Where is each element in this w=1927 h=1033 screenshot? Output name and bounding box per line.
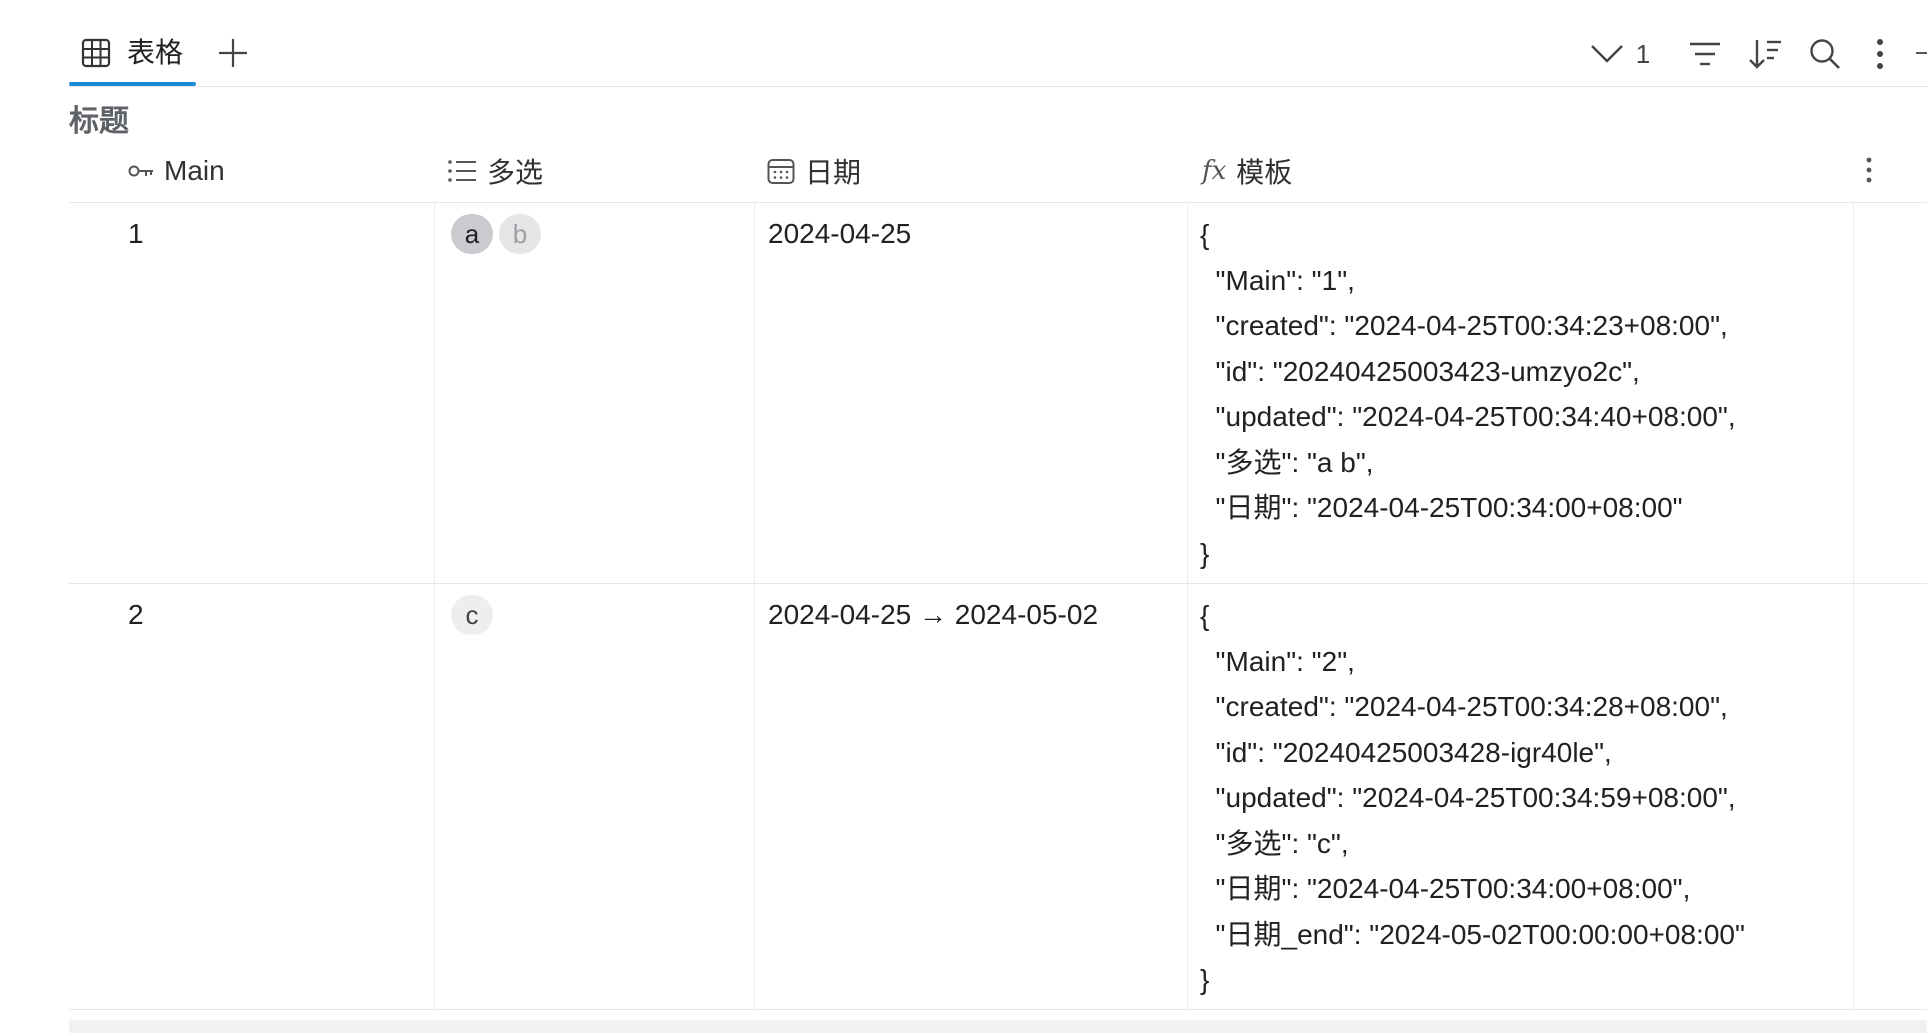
tab-table-view[interactable]: 表格 (69, 30, 183, 86)
template-line: "updated": "2024-04-25T00:34:59+08:00", (1200, 782, 1736, 813)
template-line: "多选": "a b", (1200, 446, 1374, 478)
database-title[interactable]: 标题 (69, 96, 129, 140)
tag-chip: c (451, 595, 493, 635)
collapse-icon[interactable] (1916, 52, 1927, 54)
column-header-date[interactable]: 日期 (767, 140, 861, 202)
template-line: "created": "2024-04-25T00:34:23+08:00", (1200, 310, 1728, 341)
list-icon (448, 160, 476, 182)
template-line: } (1200, 964, 1210, 995)
cell-date[interactable]: 2024-04-25 → 2024-05-02 (768, 599, 1098, 631)
filter-icon (1690, 42, 1720, 66)
template-line: "Main": "1", (1200, 264, 1355, 296)
toggle-rows-button[interactable]: 1 (1583, 34, 1657, 74)
tag-chip: a (451, 214, 493, 254)
sort-button[interactable] (1745, 34, 1785, 74)
template-line: "updated": "2024-04-25T00:34:40+08:00", (1200, 401, 1736, 432)
more-vertical-icon (1866, 157, 1872, 183)
view-tab-bar: 表格 1 (0, 0, 1927, 87)
column-header-multiselect[interactable]: 多选 (447, 140, 543, 202)
template-line: "多选": "c", (1200, 827, 1349, 859)
column-label: 日期 (805, 157, 862, 188)
more-vertical-icon (1877, 39, 1883, 69)
plus-icon[interactable] (216, 36, 250, 70)
tab-label: 表格 (127, 37, 184, 68)
chevron-down-icon (1590, 45, 1623, 63)
cell-date[interactable]: 2024-04-25 (768, 218, 911, 250)
more-options-button[interactable] (1865, 34, 1895, 74)
filter-count: 1 (1635, 38, 1651, 69)
cell-template[interactable]: { "Main": "1", "created": "2024-04-25T00… (1200, 212, 1736, 576)
cell-multiselect[interactable]: a b (451, 214, 547, 254)
filter-button[interactable] (1685, 34, 1725, 74)
template-line: { (1200, 219, 1210, 250)
table-header-row: Main 多选 日期 fx 模板 (69, 140, 1927, 203)
template-line: { (1200, 600, 1210, 631)
column-divider (434, 202, 435, 1010)
template-line: } (1200, 537, 1210, 569)
row-divider (69, 583, 1927, 584)
horizontal-scrollbar[interactable] (69, 1020, 1927, 1033)
template-line: "id": "20240425003423-umzyo2c", (1200, 355, 1640, 387)
calendar-icon (767, 159, 795, 184)
table-grid-icon (81, 38, 111, 68)
tag-chip: b (499, 214, 541, 254)
row-divider (69, 1009, 1927, 1010)
column-more-button[interactable] (1849, 150, 1889, 190)
tab-bar-divider (69, 86, 1927, 87)
column-divider (1187, 202, 1188, 1010)
search-icon (1810, 39, 1840, 69)
cell-multiselect[interactable]: c (451, 595, 499, 635)
cell-template[interactable]: { "Main": "2", "created": "2024-04-25T00… (1200, 593, 1745, 1003)
view-toolbar: 1 (1583, 34, 1895, 74)
sort-icon (1749, 40, 1781, 69)
template-line: "Main": "2", (1200, 645, 1355, 677)
search-button[interactable] (1805, 34, 1845, 74)
cell-main[interactable]: 2 (128, 599, 144, 631)
column-label: 模板 (1236, 157, 1293, 188)
template-line: "id": "20240425003428-igr40le", (1200, 736, 1612, 768)
column-divider (1853, 202, 1854, 1010)
column-label: 多选 (487, 157, 544, 188)
column-header-template[interactable]: fx 模板 (1202, 140, 1292, 202)
template-line: "日期": "2024-04-25T00:34:00+08:00" (1200, 492, 1683, 523)
column-header-main[interactable]: Main (128, 140, 225, 202)
template-line: "created": "2024-04-25T00:34:28+08:00", (1200, 691, 1728, 722)
key-icon (128, 165, 153, 177)
template-line: "日期": "2024-04-25T00:34:00+08:00", (1200, 873, 1691, 904)
formula-icon: fx (1202, 156, 1227, 186)
column-label: Main (164, 155, 225, 186)
cell-main[interactable]: 1 (128, 218, 144, 250)
column-divider (754, 202, 755, 1010)
template-line: "日期_end": "2024-05-02T00:00:00+08:00" (1200, 918, 1745, 950)
